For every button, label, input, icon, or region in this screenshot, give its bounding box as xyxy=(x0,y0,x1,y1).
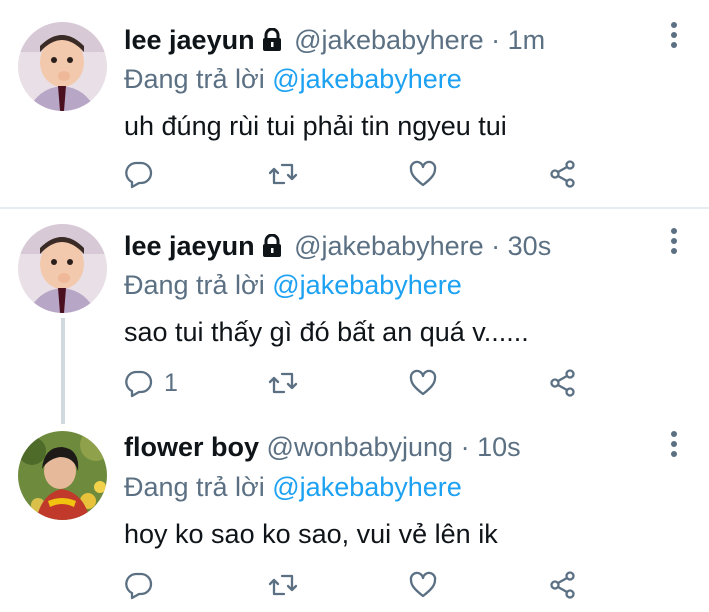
reply-icon xyxy=(125,370,153,398)
lock-icon xyxy=(261,231,283,267)
reply-icon xyxy=(125,572,153,600)
reply-button[interactable] xyxy=(124,156,164,192)
retweet-button[interactable] xyxy=(268,156,298,192)
like-icon xyxy=(409,369,437,396)
replying-to: Đang trả lời @jakebabyhere xyxy=(124,61,462,97)
reply-icon xyxy=(125,161,153,189)
more-icon[interactable] xyxy=(667,228,681,258)
like-icon xyxy=(409,571,437,598)
more-icon[interactable] xyxy=(667,431,681,461)
retweet-icon xyxy=(268,574,298,596)
replying-to-label: Đang trả lời xyxy=(124,270,273,300)
like-button[interactable] xyxy=(408,365,438,401)
replying-to: Đang trả lời @jakebabyhere xyxy=(124,267,462,303)
tweet-text: hoy ko sao ko sao, vui vẻ lên ik xyxy=(124,519,498,549)
tweet-text: uh đúng rùi tui phải tin ngyeu tui xyxy=(124,111,507,141)
handle[interactable]: @jakebabyhere xyxy=(294,25,484,55)
retweet-button[interactable] xyxy=(268,567,298,603)
reply-mention-link[interactable]: @jakebabyhere xyxy=(272,472,462,502)
like-icon xyxy=(409,160,437,187)
display-name[interactable]: lee jaeyun xyxy=(124,25,255,55)
share-icon xyxy=(550,571,575,599)
share-button[interactable] xyxy=(548,567,578,603)
action-bar xyxy=(124,567,594,603)
share-button[interactable] xyxy=(548,156,578,192)
reply-button[interactable]: 1 xyxy=(124,365,178,401)
replying-to-label: Đang trả lời xyxy=(124,472,273,502)
reply-count: 1 xyxy=(164,368,178,397)
tweet-text: sao tui thấy gì đó bất an quá v...... xyxy=(124,317,529,347)
tweet-3[interactable]: flower boy @wonbabyjung · 10s Đang trả l… xyxy=(0,407,709,612)
like-button[interactable] xyxy=(408,156,438,192)
tweet-header: lee jaeyun @jakebabyhere · 1m xyxy=(124,22,545,61)
display-name[interactable]: lee jaeyun xyxy=(124,231,255,261)
replying-to-label: Đang trả lời xyxy=(124,64,273,94)
lock-icon xyxy=(261,25,283,61)
share-icon xyxy=(550,160,575,188)
share-button[interactable] xyxy=(548,365,578,401)
handle[interactable]: @jakebabyhere xyxy=(294,231,484,261)
replying-to: Đang trả lời @jakebabyhere xyxy=(124,469,462,505)
timestamp[interactable]: 1m xyxy=(508,25,546,55)
retweet-icon xyxy=(268,163,298,185)
like-button[interactable] xyxy=(408,567,438,603)
tweet-header: flower boy @wonbabyjung · 10s xyxy=(124,429,521,465)
avatar[interactable] xyxy=(18,431,107,520)
handle[interactable]: @wonbabyjung xyxy=(267,432,454,462)
reply-mention-link[interactable]: @jakebabyhere xyxy=(272,64,462,94)
tweet-2[interactable]: lee jaeyun @jakebabyhere · 30s Đang trả … xyxy=(0,207,709,407)
action-bar xyxy=(124,156,594,192)
separator-dot: · xyxy=(491,231,501,261)
separator-dot: · xyxy=(491,25,501,55)
retweet-button[interactable] xyxy=(268,365,298,401)
display-name[interactable]: flower boy xyxy=(124,432,259,462)
tweet-header: lee jaeyun @jakebabyhere · 30s xyxy=(124,228,551,267)
retweet-icon xyxy=(268,372,298,394)
timestamp[interactable]: 30s xyxy=(508,231,552,261)
more-icon[interactable] xyxy=(667,22,681,52)
action-bar: 1 xyxy=(124,365,594,401)
reply-button[interactable] xyxy=(124,567,164,603)
reply-mention-link[interactable]: @jakebabyhere xyxy=(272,270,462,300)
avatar[interactable] xyxy=(18,22,107,111)
separator-dot: · xyxy=(460,432,470,462)
avatar[interactable] xyxy=(18,224,107,313)
timestamp[interactable]: 10s xyxy=(477,432,521,462)
tweet-1[interactable]: lee jaeyun @jakebabyhere · 1m Đang trả l… xyxy=(0,0,709,207)
share-icon xyxy=(550,369,575,397)
